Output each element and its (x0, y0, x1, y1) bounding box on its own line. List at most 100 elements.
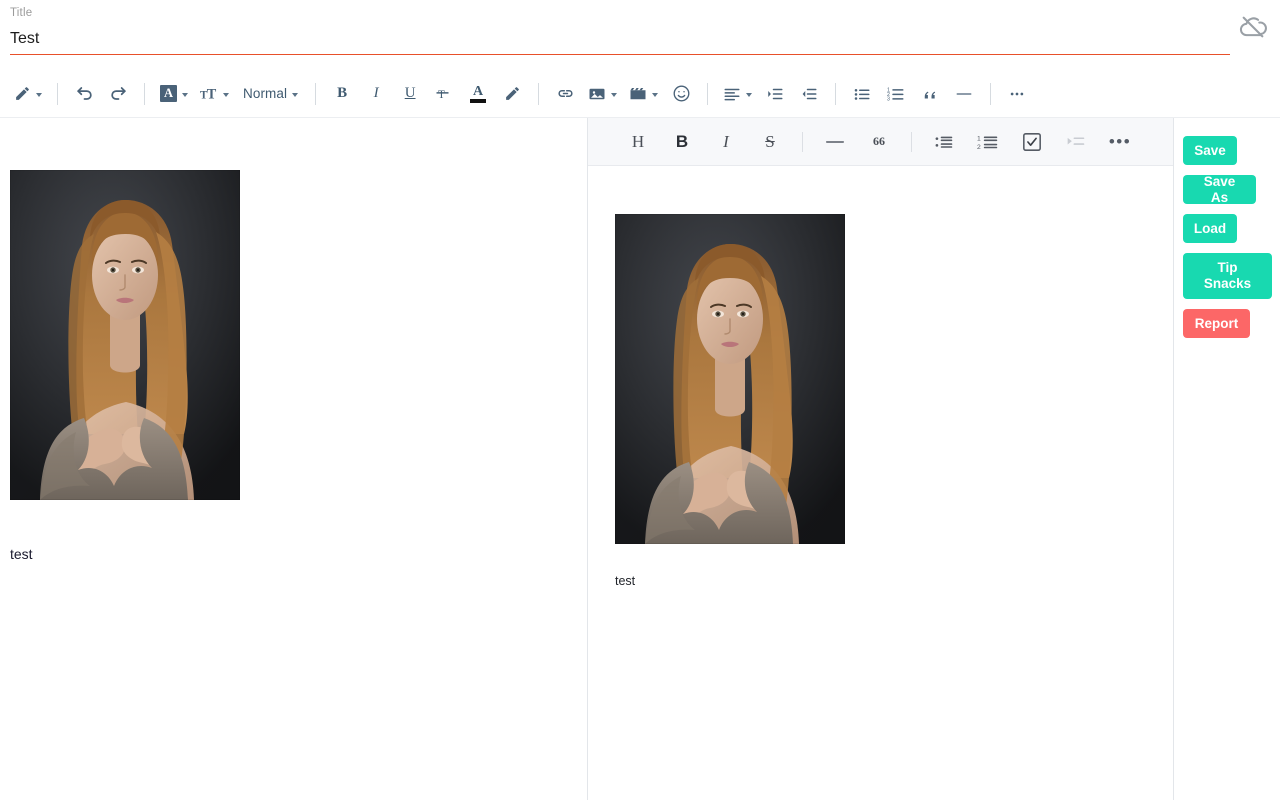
preview-pane: H B I S 66 (588, 118, 1174, 800)
quote-icon (921, 85, 939, 103)
bullet-list-icon (934, 133, 954, 151)
emoji-icon (672, 84, 691, 103)
paragraph-style-label: Normal (243, 86, 287, 101)
indent-button[interactable] (762, 79, 788, 109)
chevron-down-icon (223, 93, 229, 97)
bold-icon: B (337, 85, 347, 102)
checkbox-icon (1022, 132, 1042, 152)
quote-icon: 66 (873, 134, 885, 149)
horizontal-rule-button[interactable] (951, 79, 977, 109)
toolbar-separator (144, 83, 145, 105)
italic-icon: I (374, 85, 379, 102)
more-options-button[interactable]: ••• (1103, 127, 1137, 157)
strikethrough-button[interactable]: T (431, 79, 457, 109)
save-as-button[interactable]: Save As (1183, 175, 1256, 204)
tip-snacks-button[interactable]: Tip Snacks (1183, 253, 1272, 299)
load-button[interactable]: Load (1183, 214, 1237, 243)
report-button[interactable]: Report (1183, 309, 1250, 338)
video-icon (629, 85, 647, 103)
bold-button[interactable]: B (665, 127, 699, 157)
indent-button[interactable] (1059, 127, 1093, 157)
video-dropdown[interactable] (627, 79, 660, 109)
undo-button[interactable] (71, 79, 97, 109)
blockquote-button[interactable]: 66 (862, 127, 896, 157)
editor-content[interactable]: test (10, 170, 577, 565)
align-left-icon (723, 85, 741, 103)
strikethrough-button[interactable]: S (753, 127, 787, 157)
horizontal-rule-icon (824, 133, 846, 151)
font-color-icon: A (470, 85, 486, 103)
preview-image (615, 214, 845, 544)
link-icon (556, 84, 575, 103)
toolbar-separator (835, 83, 836, 105)
svg-text:1: 1 (977, 135, 981, 142)
toolbar-separator (57, 83, 58, 105)
editor-text[interactable]: test (10, 545, 577, 565)
emoji-button[interactable] (668, 79, 694, 109)
numbered-list-icon: 1 2 (977, 133, 999, 151)
heading-icon: H (632, 132, 644, 152)
italic-icon: I (723, 132, 729, 152)
image-icon (588, 85, 606, 103)
panes-container: test H B I S 66 (0, 118, 1280, 800)
pen-dropdown[interactable] (12, 79, 44, 109)
cloud-off-icon[interactable] (1234, 8, 1272, 46)
font-family-dropdown[interactable]: A (158, 79, 190, 109)
blockquote-button[interactable] (917, 79, 943, 109)
font-size-dropdown[interactable]: T T (198, 79, 231, 109)
toolbar-separator (315, 83, 316, 105)
svg-text:2: 2 (977, 143, 981, 150)
bullet-list-button[interactable] (927, 127, 961, 157)
highlighter-icon (504, 85, 521, 102)
numbered-list-icon: 1 2 3 (887, 85, 905, 103)
horizontal-rule-button[interactable] (818, 127, 852, 157)
preview-toolbar: H B I S 66 (588, 118, 1173, 166)
outdent-button[interactable] (796, 79, 822, 109)
font-color-button[interactable]: A (465, 79, 491, 109)
highlight-button[interactable] (499, 79, 525, 109)
paragraph-style-dropdown[interactable]: Normal (239, 79, 302, 109)
toolbar-separator (707, 83, 708, 105)
bold-button[interactable]: B (329, 79, 355, 109)
chevron-down-icon (746, 93, 752, 97)
strikethrough-icon: S (765, 132, 774, 152)
title-field-label: Title (10, 7, 32, 19)
task-list-button[interactable] (1015, 127, 1049, 157)
indent-icon (766, 85, 784, 103)
editor-pane[interactable]: test (0, 118, 588, 800)
more-horizontal-icon (1008, 85, 1026, 103)
more-options-button[interactable] (1004, 79, 1030, 109)
outdent-icon (800, 85, 818, 103)
link-button[interactable] (552, 79, 578, 109)
align-dropdown[interactable] (721, 79, 754, 109)
italic-button[interactable]: I (709, 127, 743, 157)
strikethrough-icon: T (435, 85, 453, 103)
toolbar-separator (911, 132, 912, 152)
svg-text:T: T (438, 88, 445, 100)
note-editor-app: Title A (0, 0, 1280, 800)
preview-content: test (588, 166, 1173, 800)
heading-button[interactable]: H (621, 127, 655, 157)
chevron-down-icon (292, 93, 298, 97)
underline-button[interactable]: U (397, 79, 423, 109)
indent-icon (1066, 133, 1086, 151)
bullet-list-icon (853, 85, 871, 103)
more-horizontal-icon: ••• (1109, 138, 1131, 145)
save-button[interactable]: Save (1183, 136, 1237, 165)
side-actions-panel: Save Save As Load Tip Snacks Report (1175, 118, 1280, 800)
title-input[interactable] (10, 27, 1230, 55)
bold-icon: B (676, 132, 688, 152)
redo-button[interactable] (105, 79, 131, 109)
bullet-list-button[interactable] (849, 79, 875, 109)
svg-text:3: 3 (887, 96, 890, 102)
numbered-list-button[interactable]: 1 2 (971, 127, 1005, 157)
image-dropdown[interactable] (586, 79, 619, 109)
preview-text: test (615, 574, 1173, 588)
chevron-down-icon (36, 93, 42, 97)
editor-image[interactable] (10, 170, 240, 500)
numbered-list-button[interactable]: 1 2 3 (883, 79, 909, 109)
toolbar-separator (538, 83, 539, 105)
toolbar-separator (990, 83, 991, 105)
chevron-down-icon (182, 93, 188, 97)
italic-button[interactable]: I (363, 79, 389, 109)
